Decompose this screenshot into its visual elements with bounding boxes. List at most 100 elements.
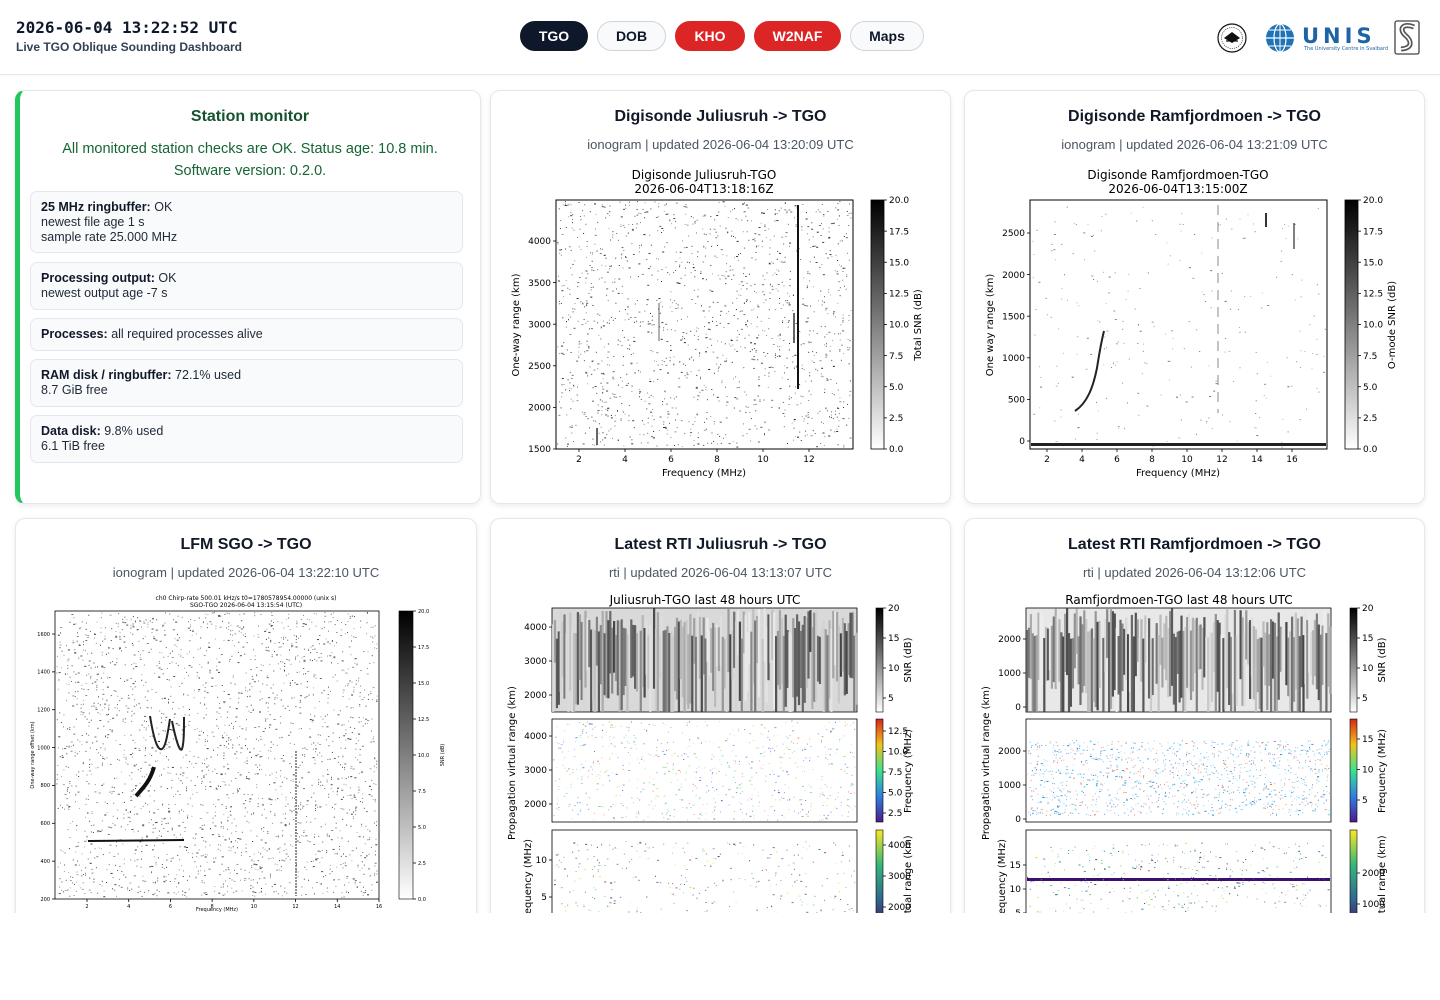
echo-point: [171, 767, 174, 768]
echo-point: [612, 234, 614, 236]
echo-point: [137, 846, 139, 848]
echo-point: [89, 766, 90, 768]
rti-stripe: [855, 632, 858, 705]
echo-point: [304, 866, 306, 868]
echo-point: [72, 705, 75, 707]
echo-point: [665, 213, 668, 215]
echo-point: [289, 685, 291, 686]
echo-point: [560, 352, 563, 354]
echo-point: [158, 675, 160, 677]
echo-point: [208, 868, 211, 870]
echo-point: [830, 223, 833, 225]
echo-point: [166, 859, 168, 861]
echo-point: [827, 257, 829, 259]
echo-point: [130, 627, 132, 629]
echo-point: [354, 879, 357, 881]
plot-title: Digisonde Ramfjordmoen-TGO: [1087, 168, 1268, 182]
check-label: Processing output:: [41, 271, 155, 285]
echo-point: [223, 813, 225, 815]
echo-point: [295, 636, 297, 638]
echo-point: [585, 277, 588, 279]
echo-point: [222, 825, 224, 827]
echo-point: [667, 411, 669, 413]
check-ram-disk: RAM disk / ringbuffer: 72.1% used 8.7 Gi…: [30, 359, 463, 407]
echo-point: [114, 777, 116, 779]
echo-point: [695, 387, 698, 389]
tick-label: 2: [1044, 455, 1050, 465]
echo-point: [572, 400, 574, 402]
echo-point: [224, 773, 226, 775]
echo-point: [837, 209, 840, 211]
echo-point: [337, 723, 340, 725]
nav-w2naf-button[interactable]: W2NAF: [754, 21, 841, 51]
echo-point: [231, 640, 233, 642]
echo-point: [1075, 224, 1077, 226]
echo-point: [1255, 352, 1257, 353]
echo-point: [333, 879, 335, 881]
echo-point: [822, 422, 824, 424]
rti-stripe: [817, 635, 820, 682]
echo-point: [162, 804, 163, 806]
echo-point: [196, 727, 198, 729]
nav-dob-button[interactable]: DOB: [597, 21, 666, 51]
echo-point: [625, 207, 626, 209]
echo-point: [771, 285, 773, 287]
rti-stripe: [653, 608, 656, 689]
echo-point: [320, 656, 322, 658]
echo-point: [65, 890, 67, 891]
echo-point: [330, 690, 331, 692]
echo-point: [297, 808, 299, 810]
echo-point: [361, 867, 363, 869]
echo-point: [823, 215, 825, 217]
echo-point: [355, 806, 358, 808]
echo-point: [847, 815, 849, 817]
echo-point: [750, 767, 753, 769]
echo-point: [196, 741, 198, 743]
rti-stripe: [586, 617, 589, 671]
echo-point: [562, 751, 563, 753]
echo-point: [716, 215, 719, 216]
colorbar: [398, 610, 414, 900]
echo-point: [245, 745, 246, 747]
echo-point: [167, 655, 169, 657]
echo-point: [724, 343, 726, 345]
echo-point: [769, 239, 771, 241]
echo-point: [1061, 288, 1063, 290]
echo-point: [91, 868, 93, 870]
echo-point: [171, 828, 173, 830]
echo-point: [634, 372, 636, 374]
echo-point: [717, 370, 719, 372]
echo-point: [96, 679, 98, 681]
echo-point: [297, 655, 299, 657]
rti-stripe: [654, 628, 658, 711]
nav-maps-button[interactable]: Maps: [850, 21, 924, 51]
echo-point: [351, 850, 354, 852]
echo-point: [88, 725, 90, 727]
echo-point: [819, 410, 821, 412]
echo-point: [738, 254, 739, 256]
echo-point: [1090, 235, 1093, 237]
echo-point: [706, 418, 708, 420]
echo-point: [584, 743, 586, 745]
echo-point: [761, 753, 763, 754]
echo-point: [736, 256, 738, 257]
echo-point: [1127, 402, 1129, 404]
echo-point: [292, 845, 294, 847]
echo-point: [795, 323, 797, 324]
echo-point: [240, 632, 242, 634]
echo-point: [282, 643, 284, 645]
echo-point: [1040, 377, 1042, 378]
nav-tgo-button[interactable]: TGO: [520, 21, 588, 51]
echo-point: [89, 877, 91, 879]
nav-kho-button[interactable]: KHO: [675, 21, 745, 51]
echo-point: [321, 628, 323, 630]
echo-point: [784, 209, 786, 211]
echo-point: [246, 719, 247, 721]
echo-point: [804, 747, 806, 749]
echo-point: [781, 815, 783, 816]
echo-point: [727, 231, 729, 233]
dashboard-subtitle: Live TGO Oblique Sounding Dashboard: [16, 40, 243, 54]
echo-point: [243, 627, 245, 629]
echo-point: [837, 407, 840, 409]
rti-stripe: [628, 626, 631, 686]
